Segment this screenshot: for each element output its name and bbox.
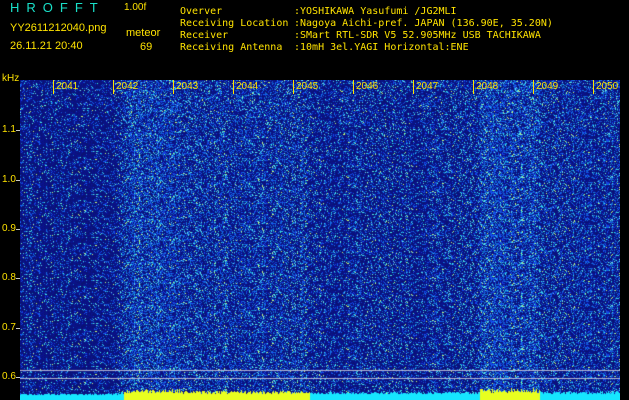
x-tick-mark [533, 80, 534, 94]
info-value: :SMart RTL-SDR V5 52.905MHz USB TACHIKAW… [294, 30, 541, 41]
y-axis-unit: kHz [2, 73, 20, 84]
info-value: :Nagoya Aichi-pref. JAPAN (136.90E, 35.2… [294, 18, 553, 29]
info-key: Receiving Antenna [180, 42, 283, 53]
x-tick-label: 2042 [116, 81, 139, 92]
x-tick-label: 2041 [56, 81, 79, 92]
x-tick-label: 2049 [536, 81, 559, 92]
info-key: Receiver [180, 30, 229, 41]
meteor-label: meteor [126, 27, 161, 39]
spectrogram-display [20, 80, 620, 400]
spectrogram-canvas [20, 80, 620, 400]
x-tick-mark [413, 80, 414, 94]
x-tick-mark [593, 80, 594, 94]
info-receiver: Receiver :SMart RTL-SDR V5 52.905MHz USB … [180, 30, 541, 42]
x-tick-label: 2045 [296, 81, 319, 92]
meteor-count: 69 [140, 41, 153, 53]
info-key: Overver [180, 6, 223, 17]
x-tick-mark [233, 80, 234, 94]
app-title: HROFFT [10, 0, 105, 15]
info-observer: Overver :YOSHIKAWA Yasufumi /JG2MLI [180, 6, 457, 18]
x-tick-mark [173, 80, 174, 94]
x-tick-mark [293, 80, 294, 94]
hrofft-window: HROFFT 1.00f YY2611212040.png 26.11.21 2… [0, 0, 629, 400]
x-tick-label: 2043 [176, 81, 199, 92]
image-filename: YY2611212040.png [10, 22, 107, 34]
info-key: Receiving Location [180, 18, 289, 29]
info-location: Receiving Location :Nagoya Aichi-pref. JA… [180, 18, 553, 30]
app-version: 1.00f [124, 2, 147, 13]
x-tick-mark [473, 80, 474, 94]
x-tick-label: 2046 [356, 81, 379, 92]
info-antenna: Receiving Antenna :10mH 3el.YAGI Horizont… [180, 42, 469, 54]
info-value: :YOSHIKAWA Yasufumi /JG2MLI [294, 6, 457, 17]
x-tick-mark [53, 80, 54, 94]
x-tick-mark [113, 80, 114, 94]
x-tick-label: 2048 [476, 81, 499, 92]
capture-datetime: 26.11.21 20:40 [10, 40, 83, 52]
x-tick-label: 2050 [596, 81, 619, 92]
x-tick-mark [353, 80, 354, 94]
x-tick-label: 2047 [416, 81, 439, 92]
x-tick-label: 2044 [236, 81, 259, 92]
info-value: :10mH 3el.YAGI Horizontal:ENE [294, 42, 469, 53]
